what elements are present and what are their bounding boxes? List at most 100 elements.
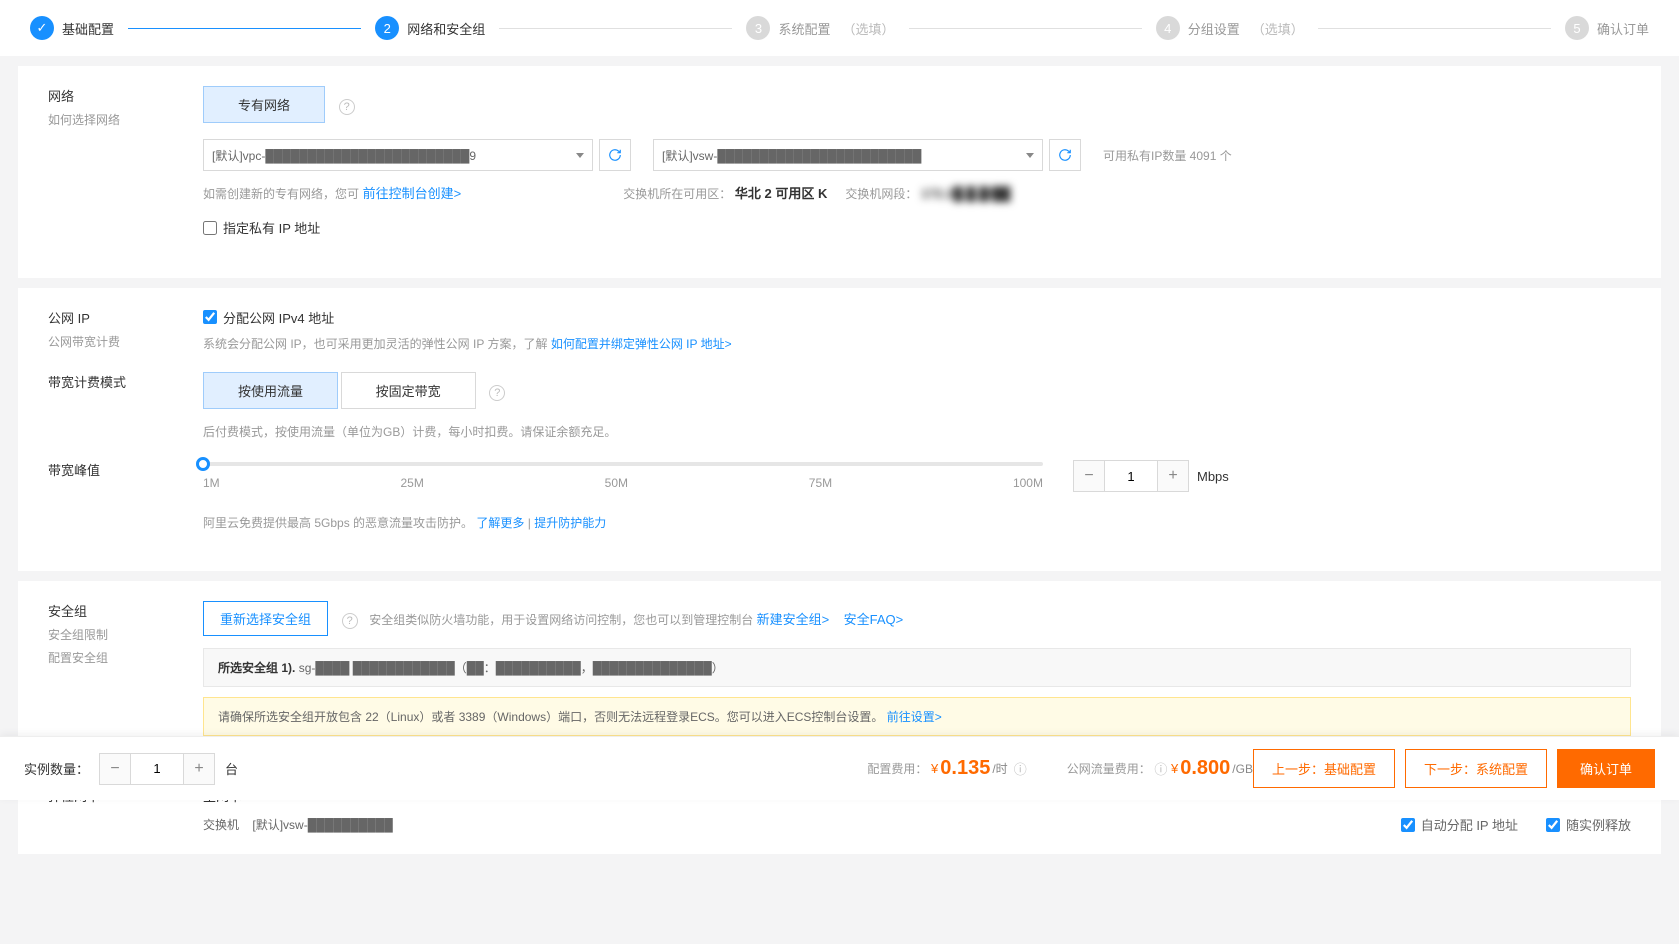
assign-ip-hint: 系统会分配公网 IP，也可采用更加灵活的弹性公网 IP 方案，了解 (203, 337, 551, 351)
sg-label: 安全组 (48, 601, 203, 620)
network-label: 网络 (48, 86, 203, 105)
step-3[interactable]: 3 系统配置 （选填） (746, 16, 894, 40)
bandwidth-slider[interactable]: 1M 25M 50M 75M 100M (203, 462, 1043, 490)
bandwidth-unit: Mbps (1197, 469, 1229, 484)
public-ip-label: 公网 IP (48, 308, 203, 327)
vswitch-value: [默认]vsw-████████████████████████ (662, 147, 1018, 164)
create-vpc-hint: 如需创建新的专有网络，您可 (203, 187, 359, 201)
step-label: 系统配置 (778, 19, 830, 38)
instance-count-stepper[interactable]: − + (99, 753, 215, 785)
assign-ip-input[interactable] (203, 310, 217, 324)
create-vpc-link[interactable]: 前往控制台创建> (363, 186, 462, 201)
check-icon: ✓ (30, 16, 54, 40)
bandwidth-input[interactable] (1104, 461, 1158, 491)
assign-ip-checkbox[interactable]: 分配公网 IPv4 地址 (203, 308, 334, 327)
step-label: 基础配置 (62, 19, 114, 38)
eni-vsw-value: [默认]vsw-██████████ (252, 818, 392, 832)
step-number: 4 (1156, 16, 1180, 40)
help-icon[interactable]: ? (489, 385, 505, 401)
reselect-sg-button[interactable]: 重新选择安全组 (203, 601, 328, 636)
auto-ip-label: 自动分配 IP 地址 (1421, 815, 1518, 834)
auto-ip-input[interactable] (1401, 818, 1415, 832)
instance-count-input[interactable] (130, 754, 184, 784)
tick: 50M (605, 476, 628, 490)
info-icon[interactable]: ⓘ (1014, 759, 1027, 778)
step-optional: （选填） (1252, 19, 1304, 38)
sg-faq-link[interactable]: 安全FAQ> (844, 612, 904, 627)
plus-button[interactable]: + (1158, 461, 1188, 491)
tick: 75M (809, 476, 832, 490)
step-2[interactable]: 2 网络和安全组 (375, 16, 485, 40)
sg-settings-link[interactable]: 前往设置> (887, 710, 942, 724)
bandwidth-label: 带宽峰值 (48, 460, 203, 479)
panel-security-group: 安全组 安全组限制 配置安全组 重新选择安全组 ? 安全组类似防火墙功能，用于设… (18, 581, 1661, 756)
step-number: 5 (1565, 16, 1589, 40)
sg-warning: 请确保所选安全组开放包含 22（Linux）或者 3389（Windows）端口… (203, 697, 1631, 736)
wizard-steps: ✓ 基础配置 2 网络和安全组 3 系统配置 （选填） 4 分组设置 （选填） … (0, 0, 1679, 56)
prev-step-button[interactable]: 上一步：基础配置 (1253, 749, 1395, 788)
eni-vsw-label: 交换机 (203, 818, 239, 832)
step-connector (128, 28, 361, 29)
minus-button[interactable]: − (100, 754, 130, 784)
tab-by-traffic[interactable]: 按使用流量 (203, 372, 338, 409)
vswitch-select[interactable]: [默认]vsw-████████████████████████ (653, 139, 1043, 171)
step-label: 确认订单 (1597, 19, 1649, 38)
private-ip-checkbox[interactable]: 指定私有 IP 地址 (203, 218, 320, 237)
yen-icon: ¥ (1171, 761, 1178, 776)
bandwidth-stepper[interactable]: − + (1073, 460, 1189, 492)
billing-hint: 后付费模式，按使用流量（单位为GB）计费，每小时扣费。请保证余额充足。 (203, 423, 1631, 440)
ddos-hint: 阿里云免费提供最高 5Gbps 的恶意流量攻击防护。 (203, 516, 473, 530)
step-5[interactable]: 5 确认订单 (1565, 16, 1649, 40)
tab-by-bandwidth[interactable]: 按固定带宽 (341, 372, 476, 409)
public-ip-sublabel: 公网带宽计费 (48, 333, 203, 350)
billing-label: 带宽计费模式 (48, 372, 203, 391)
slider-ticks: 1M 25M 50M 75M 100M (203, 476, 1043, 490)
tick: 100M (1013, 476, 1043, 490)
release-checkbox[interactable]: 随实例释放 (1546, 815, 1631, 834)
step-number: 2 (375, 16, 399, 40)
chevron-down-icon (1026, 153, 1034, 158)
instance-count-label: 实例数量： (24, 759, 89, 778)
step-connector (499, 28, 732, 29)
how-to-choose-link[interactable]: 如何选择网络 (48, 111, 203, 128)
step-optional: （选填） (842, 19, 894, 38)
config-cost-label: 配置费用： (867, 760, 927, 777)
refresh-vpc-button[interactable] (599, 139, 631, 171)
info-icon[interactable]: ⓘ (1154, 759, 1167, 778)
private-ip-input[interactable] (203, 221, 217, 235)
new-sg-link[interactable]: 新建安全组> (757, 612, 830, 627)
step-number: 3 (746, 16, 770, 40)
sg-sublabel2: 配置安全组 (48, 649, 203, 666)
ddos-learn-link[interactable]: 了解更多 (476, 516, 524, 530)
step-4[interactable]: 4 分组设置 （选填） (1156, 16, 1304, 40)
ip-remain-text: 可用私有IP数量 4091 个 (1103, 147, 1232, 164)
instance-count-unit: 台 (225, 759, 238, 778)
help-icon[interactable]: ? (339, 99, 355, 115)
release-input[interactable] (1546, 818, 1560, 832)
auto-ip-checkbox[interactable]: 自动分配 IP 地址 (1401, 815, 1518, 834)
help-icon[interactable]: ? (342, 613, 358, 629)
sg-box-prefix: 所选安全组 1). (218, 661, 299, 675)
step-connector (909, 28, 1142, 29)
vpc-select[interactable]: [默认]vpc-████████████████████████9 (203, 139, 593, 171)
tab-vpc[interactable]: 专有网络 (203, 86, 325, 123)
next-step-button[interactable]: 下一步：系统配置 (1405, 749, 1547, 788)
plus-button[interactable]: + (184, 754, 214, 784)
assign-ip-label: 分配公网 IPv4 地址 (223, 308, 334, 327)
tick: 25M (400, 476, 423, 490)
slider-handle[interactable] (196, 457, 210, 471)
traffic-cost-unit: /GB (1232, 762, 1253, 776)
sg-sublabel1: 安全组限制 (48, 626, 203, 643)
refresh-vswitch-button[interactable] (1049, 139, 1081, 171)
ddos-upgrade-link[interactable]: 提升防护能力 (534, 516, 606, 530)
step-1[interactable]: ✓ 基础配置 (30, 16, 114, 40)
minus-button[interactable]: − (1074, 461, 1104, 491)
az-value: 华北 2 可用区 K (735, 186, 827, 201)
cidr-label: 交换机网段： (845, 187, 917, 201)
config-cost-unit: /时 (992, 760, 1007, 777)
selected-sg-box: 所选安全组 1). sg-████ ████████████（██：██████… (203, 648, 1631, 687)
yen-icon: ¥ (931, 761, 938, 776)
release-label: 随实例释放 (1566, 815, 1631, 834)
eip-doc-link[interactable]: 如何配置并绑定弹性公网 IP 地址> (551, 337, 732, 351)
confirm-order-button[interactable]: 确认订单 (1557, 749, 1655, 788)
